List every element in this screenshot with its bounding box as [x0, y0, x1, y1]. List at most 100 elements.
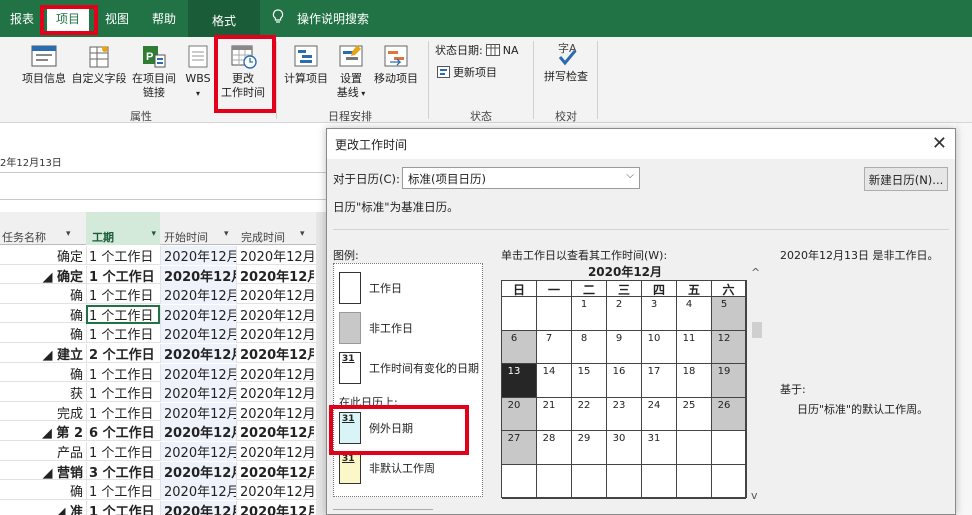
column-dropdown-icon[interactable]: ▾: [224, 229, 229, 239]
column-dropdown-icon[interactable]: ▾: [151, 229, 156, 239]
table-row[interactable]: ◢ 营销3 个工作日2020年12月2020年12月: [0, 461, 316, 481]
calendar-day[interactable]: 19: [712, 364, 746, 398]
calendar-select[interactable]: 标准(项目日历) ⌵: [402, 167, 640, 189]
calendar-scrollbar[interactable]: ^ v: [751, 266, 763, 502]
column-dropdown-icon[interactable]: ▾: [300, 229, 305, 239]
finish-cell[interactable]: 2020年12月: [236, 363, 314, 383]
duration-cell[interactable]: 1 个工作日: [86, 363, 160, 383]
task-name-cell[interactable]: 确: [0, 305, 86, 324]
table-row[interactable]: 获1 个工作日 2020年12月 2020年12月: [0, 382, 316, 403]
calendar-day[interactable]: 13: [502, 364, 537, 398]
scroll-down-icon[interactable]: v: [751, 489, 758, 502]
start-cell[interactable]: 2020年12月: [160, 285, 236, 305]
calendar-day[interactable]: 20: [502, 397, 537, 432]
duration-cell[interactable]: 3 个工作日: [86, 461, 160, 481]
duration-cell[interactable]: 1 个工作日: [86, 442, 160, 461]
tabs-edge[interactable]: [333, 509, 433, 515]
duration-cell[interactable]: 1 个工作日: [86, 402, 160, 422]
links-between-projects-button[interactable]: P 在项目间 链接: [130, 43, 178, 100]
calendar-day[interactable]: 9: [607, 330, 642, 365]
start-cell[interactable]: 2020年12月: [160, 265, 236, 285]
table-row[interactable]: 确定 1 个工作日 2020年12月 2020年12月: [0, 245, 316, 265]
finish-cell[interactable]: 2020年12月: [236, 344, 314, 363]
custom-fields-button[interactable]: 自定义字段: [70, 43, 128, 86]
finish-cell[interactable]: 2020年12月: [236, 265, 314, 285]
duration-cell[interactable]: 1 个工作日: [86, 383, 160, 403]
tab-report[interactable]: 报表: [10, 10, 34, 27]
duration-cell[interactable]: 6 个工作日: [86, 422, 160, 442]
start-cell[interactable]: 2020年12月: [160, 442, 236, 461]
table-row[interactable]: 完成 1 个工作日 2020年12月 2020年12月: [0, 402, 316, 422]
calendar-day[interactable]: 7: [537, 330, 572, 365]
calendar-day[interactable]: 15: [572, 364, 607, 398]
task-name-cell[interactable]: 确: [0, 285, 86, 304]
calendar-day[interactable]: 2: [607, 297, 642, 331]
wbs-dropdown-icon[interactable]: ▾: [196, 89, 200, 98]
tab-project[interactable]: 项目: [47, 5, 90, 33]
column-header-start[interactable]: 开始时间: [164, 229, 208, 245]
finish-cell[interactable]: 2020年12月: [236, 383, 314, 403]
duration-cell[interactable]: 1 个工作日: [86, 246, 160, 265]
finish-cell[interactable]: 2020年12月: [236, 304, 314, 324]
table-row[interactable]: ◢ 准1 个工作日2020年12月2020年12月: [0, 500, 316, 515]
calendar-day[interactable]: 26: [712, 397, 746, 432]
start-cell[interactable]: 2020年12月: [160, 344, 236, 363]
finish-cell[interactable]: 2020年12月: [236, 422, 314, 442]
duration-cell[interactable]: 1 个工作日: [86, 285, 160, 305]
column-header-finish[interactable]: 完成时间: [241, 229, 285, 245]
finish-cell[interactable]: 2020年12月: [236, 461, 314, 481]
finish-cell[interactable]: 2020年12月: [236, 442, 314, 461]
task-name-cell[interactable]: ◢ 营销: [0, 462, 86, 481]
calendar-day[interactable]: 4: [677, 297, 712, 331]
new-calendar-button[interactable]: 新建日历(N)...: [864, 167, 948, 191]
set-baseline-button[interactable]: 设置 基线 ▾: [333, 43, 369, 101]
calendar-day[interactable]: 24: [642, 397, 677, 432]
finish-cell[interactable]: 2020年12月: [236, 402, 314, 422]
calendar-day[interactable]: 18: [677, 364, 712, 398]
baseline-dropdown-icon[interactable]: ▾: [359, 89, 365, 98]
calendar-day[interactable]: 12: [712, 330, 746, 365]
calendar-day[interactable]: 10: [642, 330, 677, 365]
duration-cell[interactable]: 1 个工作日: [86, 265, 160, 285]
calendar-day[interactable]: 28: [537, 431, 572, 465]
calendar-day[interactable]: 17: [642, 364, 677, 398]
calendar-day[interactable]: 11: [677, 330, 712, 365]
calendar-day[interactable]: 6: [502, 330, 537, 365]
start-cell[interactable]: 2020年12月: [160, 402, 236, 422]
task-name-cell[interactable]: ◢ 确定: [0, 266, 86, 285]
duration-cell[interactable]: 1 个工作日: [86, 324, 160, 344]
table-row[interactable]: ◢ 第 26 个工作日2020年12月2020年12月: [0, 421, 316, 442]
start-cell[interactable]: 2020年12月: [160, 461, 236, 481]
duration-cell[interactable]: 2 个工作日: [86, 344, 160, 363]
task-name-cell[interactable]: 确: [0, 324, 86, 343]
table-row[interactable]: 产品 1 个工作日 2020年12月 2020年12月: [0, 441, 316, 461]
calendar-day[interactable]: 8: [572, 330, 607, 365]
calendar-day[interactable]: 14: [537, 364, 572, 398]
calendar-day[interactable]: 1: [572, 297, 607, 331]
start-cell[interactable]: 2020年12月: [160, 500, 236, 515]
calendar-day[interactable]: 3: [642, 297, 677, 331]
table-row[interactable]: 确1 个工作日 2020年12月 2020年12月: [0, 284, 316, 305]
calendar-day[interactable]: 16: [607, 364, 642, 398]
start-cell[interactable]: 2020年12月: [160, 422, 236, 442]
start-cell[interactable]: 2020年12月: [160, 363, 236, 383]
duration-cell[interactable]: 1 个工作日: [86, 481, 160, 501]
finish-cell[interactable]: 2020年12月: [236, 246, 314, 265]
calendar-day[interactable]: 21: [537, 397, 572, 432]
finish-cell[interactable]: 2020年12月: [236, 324, 314, 344]
change-working-time-button[interactable]: 更改 工作时间: [218, 43, 268, 100]
update-project-button[interactable]: 更新项目: [437, 64, 497, 80]
calendar-day[interactable]: 31: [642, 431, 677, 465]
task-name-cell[interactable]: 产品: [0, 442, 86, 461]
start-cell[interactable]: 2020年12月: [160, 324, 236, 344]
start-cell[interactable]: 2020年12月: [160, 304, 236, 324]
task-name-cell[interactable]: 完成: [0, 403, 86, 422]
finish-cell[interactable]: 2020年12月: [236, 285, 314, 305]
wbs-button[interactable]: WBS ▾: [182, 43, 214, 101]
scroll-up-icon[interactable]: ^: [751, 266, 760, 279]
table-row[interactable]: 确1 个工作日 2020年12月 2020年12月: [0, 480, 316, 501]
table-row[interactable]: 确1 个工作日 2020年12月 2020年12月: [0, 363, 316, 383]
column-header-duration[interactable]: 工期 ▾: [86, 212, 160, 245]
calendar-day[interactable]: 30: [607, 431, 642, 465]
start-cell[interactable]: 2020年12月: [160, 246, 236, 265]
